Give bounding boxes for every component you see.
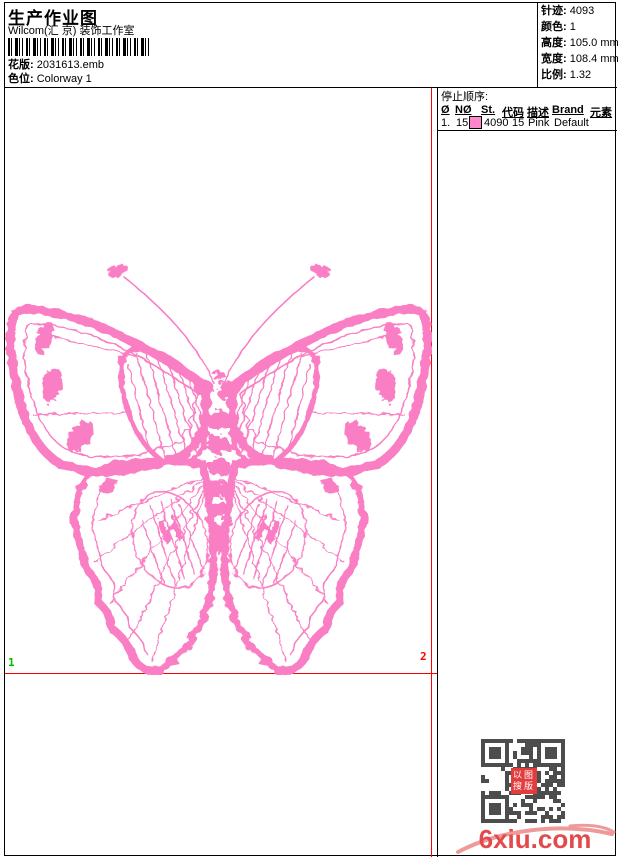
col-header-st: St. bbox=[481, 104, 496, 116]
stop-sequence-title: 停止顺序: bbox=[441, 91, 489, 103]
design-file-line: 花版: 2031613.emb bbox=[8, 59, 104, 72]
col-header-brand: Brand bbox=[552, 104, 584, 116]
stat-colors-label: 颜色: bbox=[541, 21, 567, 33]
stop-row-code: 15 bbox=[512, 117, 525, 129]
butterfly-stitch-design bbox=[4, 88, 432, 675]
company-name: Wilcom(汇 京) 装饰工作室 bbox=[8, 25, 135, 37]
design-barcode bbox=[8, 38, 150, 56]
stat-colors: 颜色: 1 bbox=[541, 21, 619, 37]
colorway-label: 色位: bbox=[8, 73, 34, 85]
color-swatch bbox=[469, 116, 482, 129]
design-file-value: 2031613.emb bbox=[36, 59, 105, 71]
colorway-line: 色位: Colorway 1 bbox=[8, 73, 92, 86]
qr-center-stamp: 以图搜版 bbox=[511, 768, 537, 794]
stat-stitches-label: 针迹: bbox=[541, 5, 567, 17]
stop-row-needle: 15 bbox=[456, 117, 469, 129]
stat-height-label: 高度: bbox=[541, 37, 567, 49]
stat-scale: 比例: 1.32 bbox=[541, 69, 619, 85]
stop-row-brand: Default bbox=[554, 117, 589, 129]
worksheet-page: 生产作业图 Wilcom(汇 京) 装饰工作室 花版: 2031613.emb … bbox=[0, 0, 620, 860]
stat-scale-value: 1.32 bbox=[569, 69, 592, 81]
stat-width-value: 108.4 mm bbox=[569, 53, 619, 65]
colorway-value: Colorway 1 bbox=[36, 73, 92, 85]
stat-height: 高度: 105.0 mm bbox=[541, 37, 619, 53]
stop-row-num: 1. bbox=[441, 117, 451, 129]
watermark-site: 6xiu.com bbox=[478, 824, 592, 854]
stat-height-value: 105.0 mm bbox=[569, 37, 619, 49]
stat-stitches: 针迹: 4093 bbox=[541, 5, 619, 21]
col-header-elements: 元素 bbox=[590, 107, 612, 119]
stop-table-bottom-rule bbox=[438, 130, 617, 131]
stats-box-separator bbox=[537, 2, 538, 87]
stat-width: 宽度: 108.4 mm bbox=[541, 53, 619, 69]
stat-width-label: 宽度: bbox=[541, 53, 567, 65]
col-header-num: Ø bbox=[441, 104, 450, 116]
stop-row-st: 4090 bbox=[484, 117, 509, 129]
stats-box: 针迹: 4093 颜色: 1 高度: 105.0 mm 宽度: 108.4 mm… bbox=[541, 5, 619, 85]
col-header-needle: NØ bbox=[455, 104, 472, 116]
stat-stitches-value: 4093 bbox=[569, 5, 595, 17]
stat-colors-value: 1 bbox=[569, 21, 576, 33]
design-file-label: 花版: bbox=[8, 59, 34, 71]
right-panel-separator bbox=[437, 88, 438, 857]
stop-row-desc: Pink bbox=[528, 117, 550, 129]
stat-scale-label: 比例: bbox=[541, 69, 567, 81]
